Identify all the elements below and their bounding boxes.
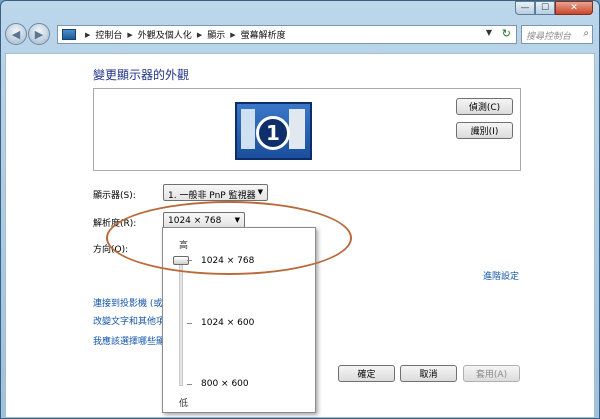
chevron-down-icon: ▼ [257, 188, 263, 196]
apply-button[interactable]: 套用(A) [463, 365, 520, 382]
monitor-preview-area: 1 偵測(C) 識別(I) [93, 88, 521, 171]
control-panel-window: — ☐ ✕ ◀ ▶ ▶ 控制台 ▶ 外觀及個人化 ▶ 顯示 ▶ 螢幕解析度 ▼ … [0, 0, 600, 419]
history-dropdown-icon[interactable]: ▼ [486, 28, 492, 37]
orientation-label: 方向(O): [93, 245, 129, 255]
advanced-settings-link[interactable]: 進階設定 [483, 269, 519, 282]
resolution-slider-popup: 高 1024 × 768 1024 × 600 800 × 600 低 [162, 227, 316, 413]
slider-low-label: 低 [179, 399, 189, 409]
caption-buttons: — ☐ ✕ [515, 1, 593, 15]
close-button[interactable]: ✕ [555, 1, 593, 15]
breadcrumb-appearance[interactable]: 外觀及個人化 [138, 28, 192, 41]
identify-button[interactable]: 識別(I) [456, 122, 513, 139]
address-bar[interactable]: ▶ 控制台 ▶ 外觀及個人化 ▶ 顯示 ▶ 螢幕解析度 ▼ ↻ [57, 25, 517, 44]
resolution-option[interactable]: 1024 × 600 [201, 318, 254, 328]
back-button[interactable]: ◀ [5, 23, 27, 45]
monitor-number-badge: 1 [256, 116, 290, 150]
chevron-right-icon: ▶ [230, 30, 236, 39]
page-title: 變更顯示器的外觀 [93, 68, 190, 82]
detect-button[interactable]: 偵測(C) [456, 98, 513, 115]
monitor-thumbnail[interactable]: 1 [235, 102, 312, 160]
control-panel-icon [62, 29, 76, 40]
display-settings-help-link[interactable]: 我應該選擇哪些顯 [93, 334, 165, 347]
breadcrumb-screen-resolution[interactable]: 螢幕解析度 [241, 28, 286, 41]
display-select[interactable]: 1. 一般非 PnP 監視器 ▼ [163, 184, 268, 201]
slider-tick [187, 323, 192, 324]
chevron-right-icon: ▶ [196, 30, 203, 39]
resolution-label: 解析度(R): [93, 219, 137, 229]
minimize-button[interactable]: — [515, 1, 535, 15]
search-icon[interactable]: ⌕ [583, 28, 589, 39]
navigation-bar: ◀ ▶ ▶ 控制台 ▶ 外觀及個人化 ▶ 顯示 ▶ 螢幕解析度 ▼ ↻ 搜尋控制… [5, 23, 597, 47]
resolution-option[interactable]: 1024 × 768 [201, 256, 254, 266]
chevron-right-icon: ▶ [127, 30, 133, 39]
monitor-screen-detail [241, 109, 255, 149]
display-label: 顯示器(S): [93, 191, 136, 201]
refresh-icon[interactable]: ↻ [502, 27, 511, 40]
slider-tick [187, 384, 192, 385]
breadcrumb-control-panel[interactable]: 控制台 [95, 28, 122, 41]
slider-tick [187, 260, 192, 261]
slider-high-label: 高 [179, 241, 189, 251]
ok-button[interactable]: 確定 [338, 365, 395, 382]
resolution-select-value: 1024 × 768 [168, 216, 222, 226]
display-select-value: 1. 一般非 PnP 監視器 [168, 191, 256, 201]
search-input[interactable]: 搜尋控制台 ⌕ [521, 25, 593, 44]
projector-link[interactable]: 連接到投影機 (或按 [93, 296, 171, 309]
chevron-down-icon: ▼ [234, 216, 240, 224]
cancel-button[interactable]: 取消 [400, 365, 457, 382]
monitor-screen-detail [289, 109, 305, 149]
forward-button[interactable]: ▶ [28, 23, 50, 45]
resolution-option[interactable]: 800 × 600 [201, 379, 249, 389]
text-size-link[interactable]: 改變文字和其他項 [93, 314, 165, 327]
chevron-right-icon: ▶ [85, 30, 91, 39]
forward-arrow-icon: ▶ [34, 27, 44, 41]
maximize-button[interactable]: ☐ [535, 1, 555, 15]
search-placeholder: 搜尋控制台 [526, 32, 572, 42]
breadcrumb-display[interactable]: 顯示 [207, 28, 225, 41]
back-arrow-icon: ◀ [11, 27, 21, 41]
resolution-slider-track[interactable] [179, 260, 183, 386]
